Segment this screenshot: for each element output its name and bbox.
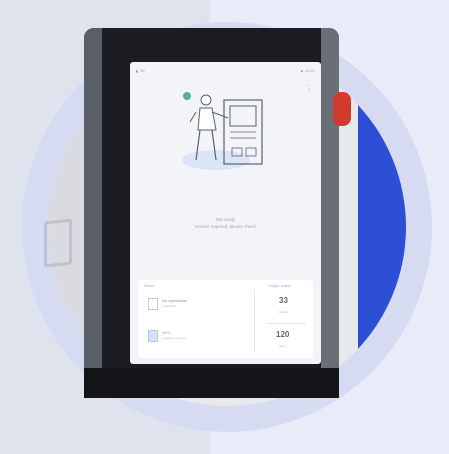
device-base [84, 368, 339, 398]
orders-header: Today's orders [268, 284, 291, 288]
status-left: ◣ 16 [136, 68, 145, 73]
capacity-icon [148, 330, 158, 342]
orders-label: Orders [279, 310, 289, 314]
status-message-detail: service required, please check [195, 224, 256, 229]
row2-sub: Available capacity [162, 336, 186, 340]
schedule-icon [148, 298, 158, 310]
menu-icon[interactable]: ⋮ [305, 84, 313, 93]
items-value: 120 [276, 330, 290, 339]
operator-illustration [182, 92, 263, 170]
row2-text: 46% [162, 330, 171, 335]
blue-housing-panel [358, 48, 406, 406]
emergency-stop-button [333, 92, 351, 126]
stats-card: Status Today's orders No operations sche… [138, 280, 313, 358]
status-message: Not ready [215, 217, 236, 222]
status-header: Status [144, 284, 154, 288]
orders-value: 33 [279, 296, 288, 305]
row1-text: No operations [162, 298, 187, 303]
panel-logo-icon [44, 218, 72, 268]
status-right: ▲ 12:41 [299, 68, 315, 73]
items-label: Items [279, 344, 287, 348]
row1-sub: scheduled [162, 304, 176, 308]
device-screen: ◣ 16 ▲ 12:41 ⋮ Not ready service require… [130, 62, 321, 364]
